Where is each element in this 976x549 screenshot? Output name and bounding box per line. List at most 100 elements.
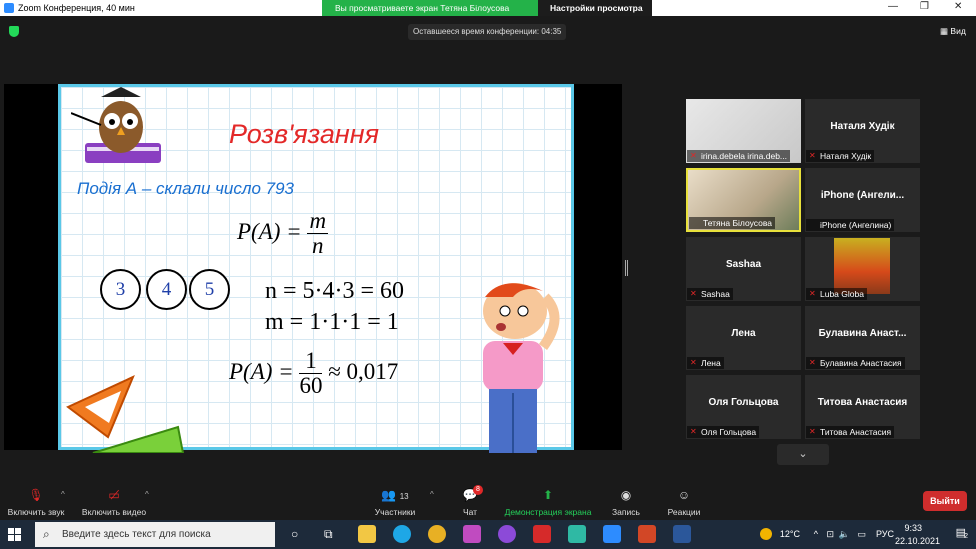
chat-badge: 8 — [473, 485, 483, 495]
slide-title: Розв'язання — [229, 119, 380, 149]
word-icon[interactable] — [673, 525, 691, 543]
participants-icon: 👥 13 — [381, 488, 409, 502]
start-video-button[interactable]: ▭̸ Включить видео — [79, 485, 149, 520]
triangle-ruler-illustration — [66, 375, 185, 453]
participant-display-name: Титова Анастасия — [817, 397, 908, 408]
windows-taskbar: ⌕ Введите здесь текст для поиска ○ ⧉ 12°… — [0, 520, 976, 549]
security-shield-icon[interactable] — [9, 26, 19, 37]
file-explorer-icon[interactable] — [358, 525, 376, 543]
powerpoint-icon[interactable] — [638, 525, 656, 543]
muted-microphone-icon: ✕ — [690, 151, 697, 160]
task-view-icon[interactable]: ⧉ — [324, 527, 333, 542]
participant-tile[interactable]: iPhone (Ангели... iPhone (Ангелина) — [805, 168, 920, 232]
participant-name-label: ✕ Sashaa — [687, 288, 733, 300]
presentation-slide: Розв'язання Подія А – склали число 793 P… — [58, 84, 574, 453]
window-title: Zoom Конференция, 40 мин — [18, 3, 135, 13]
muted-microphone-icon: ✕ — [809, 151, 816, 160]
battery-icon[interactable]: ▭ — [857, 529, 866, 540]
record-button[interactable]: ◉ Запись — [606, 485, 646, 520]
participant-tile[interactable]: Тетяна Білоусова — [686, 168, 801, 232]
windows-start-icon[interactable] — [8, 528, 22, 542]
participant-name-label: ✕ Luba Globa — [806, 288, 867, 300]
participant-name-label: ✕ Титова Анастасия — [806, 426, 895, 438]
weather-temp: 12°C — [779, 529, 800, 539]
shared-screen: Розв'язання Подія А – склали число 793 P… — [4, 84, 622, 453]
participant-tile[interactable]: Титова Анастасия ✕ Титова Анастасия — [805, 375, 920, 439]
digit-circle: 3 — [100, 269, 141, 310]
formula-probability-result: P(A) = 1 60 ≈ 0,017 — [229, 348, 399, 399]
thinking-boy-illustration — [483, 283, 560, 453]
participant-name-label: ✕ Лена — [687, 357, 724, 369]
participant-display-name: Лена — [731, 328, 756, 339]
participant-name-label: Тетяна Білоусова — [689, 217, 775, 229]
leave-button[interactable]: Выйти — [923, 491, 967, 511]
muted-microphone-icon: ✕ — [809, 289, 816, 298]
network-icon[interactable]: ⊡ — [826, 529, 834, 540]
edge-icon[interactable] — [393, 525, 411, 543]
scroll-down-button[interactable]: ⌄ — [777, 444, 829, 465]
digit-circle: 5 — [189, 269, 230, 310]
muted-microphone-icon: ✕ — [809, 358, 816, 367]
maximize-icon[interactable]: ❐ — [920, 1, 929, 12]
viber-icon[interactable] — [498, 525, 516, 543]
participant-name-label: ✕ Оля Гольцова — [687, 426, 760, 438]
cortana-icon[interactable]: ○ — [291, 527, 298, 541]
reactions-icon: ☺ — [677, 488, 691, 502]
share-screen-button[interactable]: ⬆ Демонстрация экрана — [500, 485, 596, 520]
meeting-area: Оставшееся время конференции: 04:35 ▦ Ви… — [0, 16, 976, 485]
chrome-icon[interactable] — [428, 525, 446, 543]
slide-event-text: Подія А – склали число 793 — [77, 179, 295, 198]
reactions-button[interactable]: ☺ Реакции — [662, 485, 706, 520]
paint-icon[interactable] — [463, 525, 481, 543]
participant-tile[interactable]: ✕ Luba Globa — [805, 237, 920, 301]
clock-time[interactable]: 9:33 — [904, 523, 922, 533]
zoom-taskbar-icon[interactable] — [603, 525, 621, 543]
language-indicator[interactable]: РУС — [876, 529, 894, 539]
view-button[interactable]: ▦ Вид — [940, 26, 966, 37]
participant-label-text: Sashaa — [701, 289, 730, 299]
participant-tile[interactable]: Лена ✕ Лена — [686, 306, 801, 370]
formula-probability-definition: P(A) = mn — [237, 208, 329, 259]
view-options-button[interactable]: Настройки просмотра ⌄ — [538, 0, 652, 23]
chevron-down-icon: ⌄ — [798, 448, 808, 460]
participant-label-text: Оля Гольцова — [701, 427, 757, 437]
video-off-icon: ▭̸ — [108, 488, 120, 502]
participant-label-text: Булавина Анастасия — [820, 358, 902, 368]
weather-icon[interactable] — [760, 528, 772, 540]
share-banner-text: Вы просматриваете экран Тетяна Білоусова — [335, 3, 510, 13]
participant-label-text: irina.debela irina.deb... — [701, 151, 788, 161]
tray-chevron-icon[interactable]: ^ — [814, 529, 818, 539]
video-options-caret[interactable]: ^ — [145, 490, 149, 499]
participant-tile[interactable]: Sashaa ✕ Sashaa — [686, 237, 801, 301]
taskbar-search-input[interactable]: ⌕ Введите здесь текст для поиска — [35, 522, 275, 547]
minimize-icon[interactable]: — — [888, 1, 898, 12]
muted-microphone-icon: ✕ — [690, 358, 697, 367]
audio-options-caret[interactable]: ^ — [61, 490, 65, 499]
record-icon: ◉ — [620, 488, 632, 502]
participants-button[interactable]: 👥 13 Участники — [370, 485, 420, 520]
participant-tile[interactable]: Наталя Худік ✕ Наталя Худік — [805, 99, 920, 163]
participant-label-text: Наталя Худік — [820, 151, 872, 161]
participant-tile[interactable]: ✕ irina.debela irina.deb... — [686, 99, 801, 163]
resize-handle[interactable] — [625, 260, 628, 276]
volume-icon[interactable]: 🔈 — [839, 529, 850, 540]
unmute-button[interactable]: 🎙 Включить звук — [4, 485, 68, 520]
participants-options-caret[interactable]: ^ — [430, 490, 434, 499]
digit-circle: 4 — [146, 269, 187, 310]
participant-tile[interactable]: Оля Гольцова ✕ Оля Гольцова — [686, 375, 801, 439]
share-banner: Вы просматриваете экран Тетяна Білоусова… — [322, 0, 652, 23]
participant-name-label: ✕ Булавина Анастасия — [806, 357, 905, 369]
participant-avatar — [834, 238, 890, 294]
participant-display-name: Булавина Анаст... — [818, 328, 907, 339]
clock-date[interactable]: 22.10.2021 — [895, 536, 940, 546]
participant-display-name: Sashaa — [725, 259, 762, 270]
close-icon[interactable]: ✕ — [954, 1, 962, 12]
participant-name-label: iPhone (Ангелина) — [806, 219, 895, 231]
muted-microphone-icon: ✕ — [690, 289, 697, 298]
muted-microphone-icon: 🎙 — [28, 488, 44, 502]
participant-tile[interactable]: Булавина Анаст... ✕ Булавина Анастасия — [805, 306, 920, 370]
formula-m: m = 1·1·1 = 1 — [265, 309, 399, 335]
skype-icon[interactable] — [568, 525, 586, 543]
grid-icon: ▦ — [940, 26, 949, 36]
media-app-icon[interactable] — [533, 525, 551, 543]
